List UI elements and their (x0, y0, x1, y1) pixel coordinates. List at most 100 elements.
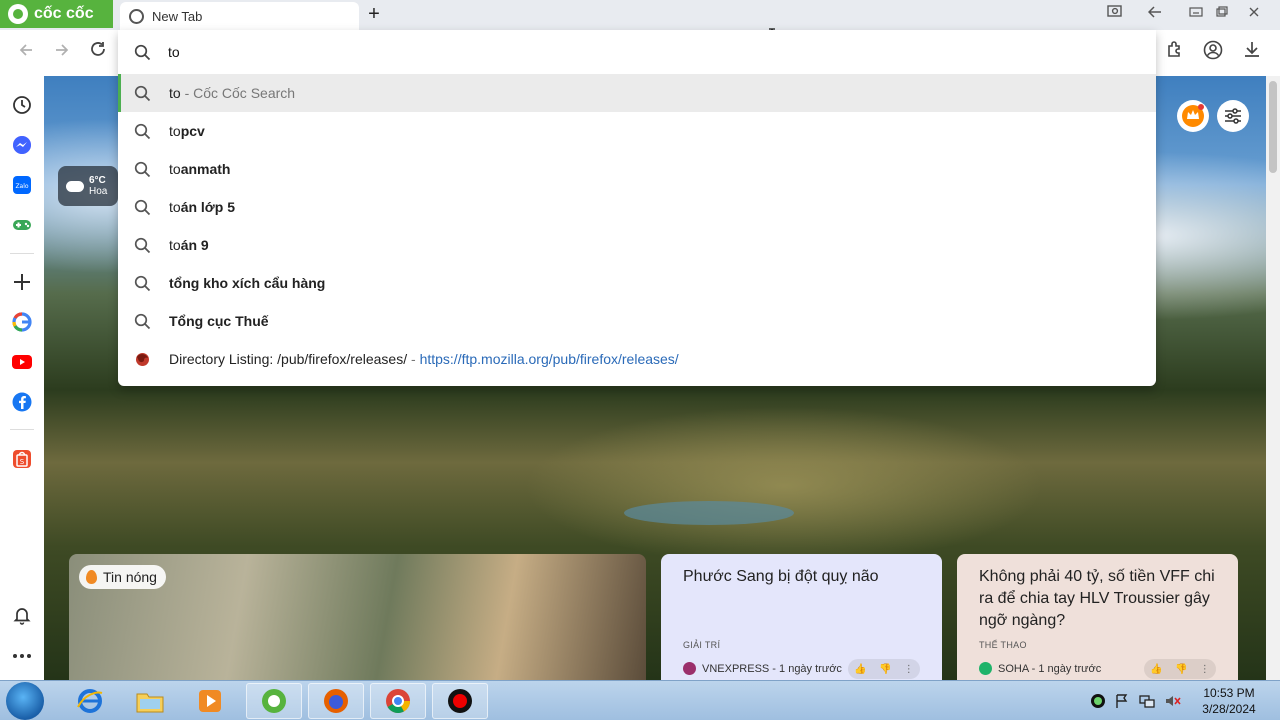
screen-capture-icon[interactable] (1102, 4, 1128, 24)
weather-widget[interactable]: 6°C Hoa (58, 166, 118, 206)
news-source-text: VNEXPRESS - 1 ngày trước (702, 662, 842, 675)
volume-muted-icon[interactable] (1164, 693, 1182, 709)
suggestion-text: toanmath (169, 161, 231, 177)
suggestion-history-item[interactable]: Directory Listing: /pub/firefox/releases… (118, 340, 1156, 378)
search-icon (134, 44, 151, 60)
flag-icon[interactable] (1114, 693, 1130, 709)
suggestion-text: toán 9 (169, 237, 209, 253)
suggestion-item[interactable]: toán lớp 5 (118, 188, 1156, 226)
facebook-icon[interactable] (10, 390, 34, 414)
brand-name: cốc cốc (34, 5, 94, 22)
suggestion-search-engine[interactable]: to - Cốc Cốc Search (118, 74, 1156, 112)
media-player-icon[interactable] (182, 683, 238, 719)
news-card[interactable]: Không phải 40 tỷ, số tiền VFF chi ra để … (957, 554, 1238, 680)
taskbar-clock[interactable]: 10:53 PM 3/28/2024 (1196, 685, 1262, 717)
close-icon[interactable] (1241, 4, 1267, 24)
back-button[interactable] (13, 40, 39, 66)
flame-icon (86, 570, 97, 584)
firefox-taskbar-icon[interactable] (308, 683, 364, 719)
crown-icon[interactable] (1177, 100, 1209, 132)
file-explorer-icon[interactable] (122, 683, 178, 719)
page-scrollbar[interactable] (1266, 76, 1280, 680)
thumbs-down-icon[interactable]: 👎 (879, 664, 891, 675)
thumbs-down-icon[interactable]: 👎 (1175, 664, 1187, 675)
zalo-icon[interactable]: Zalo (10, 173, 34, 197)
cloud-icon (66, 180, 84, 192)
chrome-taskbar-icon[interactable] (370, 683, 426, 719)
system-tray (1090, 681, 1182, 720)
tab-new-tab[interactable]: New Tab (120, 2, 359, 30)
coccoc-taskbar-icon[interactable] (246, 683, 302, 719)
suggestion-text: toán lớp 5 (169, 199, 235, 215)
back-arrow-icon[interactable] (1142, 4, 1168, 24)
news-actions: 👍 👎 ⋮ (848, 659, 920, 679)
thumbs-up-icon[interactable]: 👍 (854, 664, 866, 675)
news-title: Phước Sang bị đột quỵ não (683, 568, 879, 585)
recorder-taskbar-icon[interactable] (432, 683, 488, 719)
windows-start-button[interactable] (6, 682, 44, 720)
restore-button[interactable] (1209, 4, 1235, 24)
suggestion-item[interactable]: topcv (118, 112, 1156, 150)
youtube-icon[interactable] (10, 350, 34, 374)
suggestion-item[interactable]: toán 9 (118, 226, 1156, 264)
network-icon[interactable] (1138, 693, 1156, 709)
omnibox-input-row (118, 30, 1156, 74)
extensions-icon[interactable] (1162, 40, 1188, 66)
suggestion-text: Tổng cục Thuế (169, 313, 269, 329)
tray-status-icon[interactable] (1090, 693, 1106, 709)
news-category: THỂ THAO (979, 640, 1027, 650)
suggestion-text: to - Cốc Cốc Search (169, 85, 296, 101)
address-bar-input[interactable] (168, 44, 768, 60)
search-icon (134, 123, 151, 139)
suggestion-text: tổng kho xích cẩu hàng (169, 275, 326, 291)
profile-icon[interactable] (1200, 40, 1226, 66)
search-icon (134, 85, 151, 101)
soha-logo-icon (979, 662, 992, 675)
suggestion-item[interactable]: toanmath (118, 150, 1156, 188)
hot-news-card[interactable]: Tin nóng (69, 554, 646, 680)
more-options-icon[interactable]: ⋮ (904, 664, 914, 675)
tab-strip: cốc cốc New Tab + (0, 0, 1280, 30)
hot-news-label: Tin nóng (103, 569, 157, 585)
forward-button[interactable] (49, 40, 75, 66)
suggestion-item[interactable]: tổng kho xích cẩu hàng (118, 264, 1156, 302)
news-title: Không phải 40 tỷ, số tiền VFF chi ra để … (979, 568, 1215, 629)
search-icon (134, 237, 151, 253)
coccoc-logo-icon (8, 4, 28, 24)
game-icon[interactable] (10, 213, 34, 237)
reload-button[interactable] (85, 40, 111, 66)
weather-temp: 6°C (89, 175, 106, 186)
suggestion-text: topcv (169, 123, 205, 139)
notification-bell-icon[interactable] (10, 603, 34, 627)
news-source: VNEXPRESS - 1 ngày trước (683, 662, 842, 675)
sidebar-divider (10, 429, 34, 430)
search-icon (134, 161, 151, 177)
suggestion-text: Directory Listing: /pub/firefox/releases… (169, 351, 679, 367)
settings-sliders-icon[interactable] (1217, 100, 1249, 132)
minimize-button[interactable] (1183, 4, 1209, 24)
search-icon (134, 199, 151, 215)
more-options-icon[interactable]: ⋮ (1200, 664, 1210, 675)
news-card[interactable]: Phước Sang bị đột quỵ não GIẢI TRÍ VNEXP… (661, 554, 942, 680)
new-tab-button[interactable]: + (363, 3, 385, 25)
background-valley (524, 406, 1044, 566)
news-source-text: SOHA - 1 ngày trước (998, 662, 1102, 675)
scrollbar-thumb[interactable] (1269, 81, 1277, 173)
messenger-icon[interactable] (10, 133, 34, 157)
thumbs-up-icon[interactable]: 👍 (1150, 664, 1162, 675)
suggestion-url: https://ftp.mozilla.org/pub/firefox/rele… (419, 351, 679, 367)
download-icon[interactable] (1239, 40, 1265, 66)
add-shortcut-icon[interactable] (10, 270, 34, 294)
sidebar-divider (10, 253, 34, 254)
more-options-icon[interactable] (10, 644, 34, 668)
tab-title: New Tab (152, 8, 203, 24)
search-icon (134, 313, 151, 329)
google-icon[interactable] (10, 310, 34, 334)
firefox-favicon-icon (136, 352, 149, 366)
shopee-icon[interactable]: S (10, 447, 34, 471)
history-icon[interactable] (10, 93, 34, 117)
suggestion-item[interactable]: Tổng cục Thuế (118, 302, 1156, 340)
internet-explorer-icon[interactable] (62, 683, 118, 719)
coccoc-menu-button[interactable]: cốc cốc (0, 0, 113, 28)
weather-location: Hoa (89, 186, 108, 197)
